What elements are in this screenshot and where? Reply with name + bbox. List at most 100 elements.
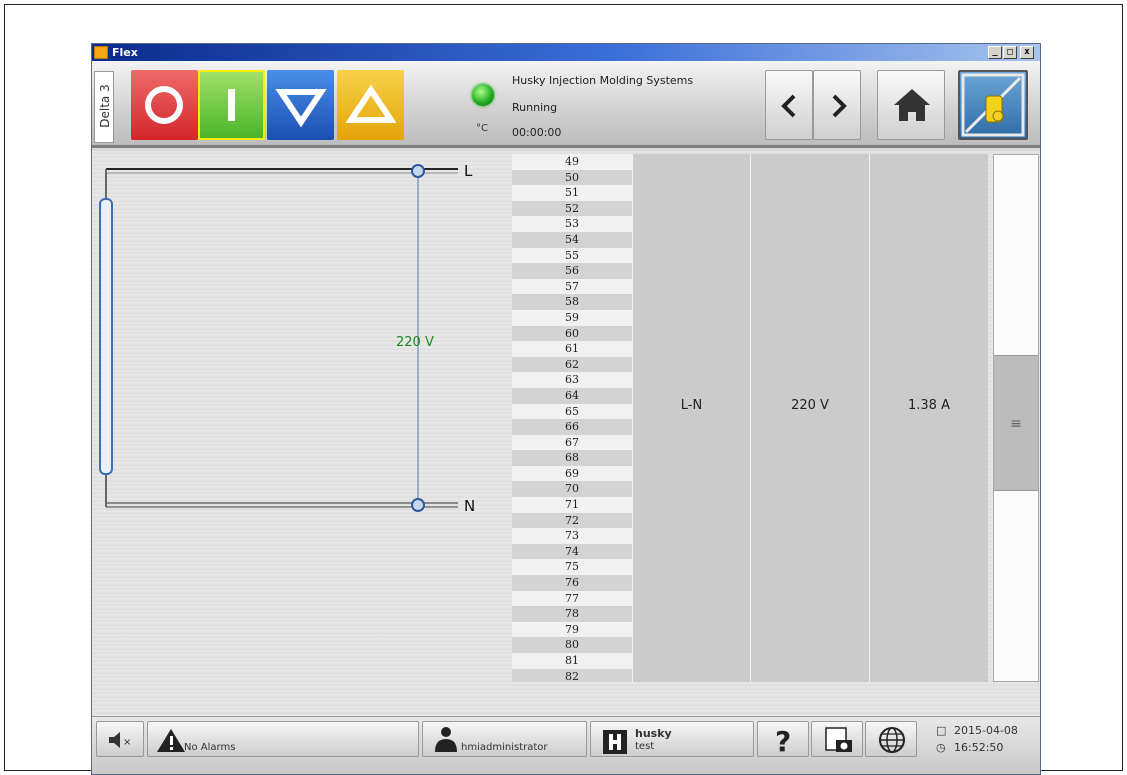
down-arrow-icon xyxy=(275,89,327,128)
zone-number[interactable]: 63 xyxy=(512,372,632,388)
speaker-mute-icon: × xyxy=(109,732,131,748)
start-button[interactable] xyxy=(198,70,265,140)
zone-number[interactable]: 62 xyxy=(512,356,632,373)
main-panel: L N 220 V 49 50 51 52 53 54 55 56 57 58 59 60 61 62 63… xyxy=(92,151,1040,721)
svg-text:?: ? xyxy=(775,725,791,758)
zone-number[interactable]: 77 xyxy=(512,590,632,607)
machine-tab[interactable]: Delta 3 xyxy=(94,71,114,143)
user-icon xyxy=(435,727,457,752)
home-icon xyxy=(894,89,930,121)
lock-button[interactable] xyxy=(958,70,1028,140)
phase-column: L-N xyxy=(632,154,750,682)
title-bar[interactable]: Flex _ □ x xyxy=(92,44,1040,61)
zone-number[interactable]: 72 xyxy=(512,512,632,529)
scroll-thumb[interactable]: ≡ xyxy=(994,355,1038,491)
zone-number[interactable]: 81 xyxy=(512,653,632,669)
down-button[interactable] xyxy=(267,70,334,140)
heater-element xyxy=(99,198,113,475)
machine-state: Running xyxy=(512,101,558,114)
date-time: □ 2015-04-08 ◷ 16:52:50 xyxy=(928,721,1036,757)
globe-icon xyxy=(879,727,905,753)
zone-number[interactable]: 65 xyxy=(512,403,632,420)
help-button[interactable]: ? xyxy=(757,721,809,758)
zone-number[interactable]: 79 xyxy=(512,621,632,638)
clock-icon: ◷ xyxy=(936,741,946,754)
screenshot-button[interactable] xyxy=(811,721,863,757)
footer-bar: × No Alarms hmiadministrator husky test … xyxy=(92,716,1040,774)
screenshot-icon xyxy=(825,727,852,752)
zone-table: 49 50 51 52 53 54 55 56 57 58 59 60 61 62 63 64 65 66 67 68… xyxy=(512,154,990,682)
zone-number[interactable]: 75 xyxy=(512,559,632,576)
language-button[interactable] xyxy=(865,721,917,757)
chevron-right-icon xyxy=(832,94,847,118)
voltage-column: 220 V xyxy=(750,154,869,682)
zone-number[interactable]: 55 xyxy=(512,247,632,264)
zone-number[interactable]: 73 xyxy=(512,528,632,544)
machine-button[interactable]: husky test xyxy=(590,721,754,757)
zone-number[interactable]: 56 xyxy=(512,263,632,279)
wiring-diagram: L N 220 V xyxy=(92,151,512,721)
terminal-l xyxy=(411,164,425,178)
zone-number[interactable]: 68 xyxy=(512,450,632,466)
zone-number[interactable]: 80 xyxy=(512,637,632,653)
mute-button[interactable]: × xyxy=(96,721,144,757)
terminal-n xyxy=(411,498,425,512)
stop-icon xyxy=(145,86,183,124)
vertical-scrollbar[interactable]: ≡ xyxy=(993,154,1039,682)
zone-number[interactable]: 61 xyxy=(512,341,632,357)
zone-number[interactable]: 76 xyxy=(512,575,632,591)
minimize-button[interactable]: _ xyxy=(988,46,1002,59)
machine-sub: test xyxy=(635,741,655,752)
toolbar: Delta 3 °C Husky Injection Molding Syste… xyxy=(92,61,1040,148)
close-button[interactable]: x xyxy=(1020,46,1034,59)
zone-number[interactable]: 58 xyxy=(512,294,632,310)
zone-number[interactable]: 60 xyxy=(512,325,632,342)
company-name: Husky Injection Molding Systems xyxy=(512,74,694,87)
status-led xyxy=(472,84,494,106)
zone-number[interactable]: 54 xyxy=(512,231,632,248)
alarms-button[interactable]: No Alarms xyxy=(147,721,419,757)
phase-value: L-N xyxy=(680,398,703,413)
zone-number[interactable]: 66 xyxy=(512,419,632,435)
home-button[interactable] xyxy=(877,70,945,140)
start-icon xyxy=(228,89,235,121)
zone-number[interactable]: 69 xyxy=(512,465,632,482)
zone-number[interactable]: 71 xyxy=(512,497,632,513)
app-icon xyxy=(94,46,108,59)
zone-number[interactable]: 49 xyxy=(512,154,632,170)
lock-icon xyxy=(961,73,1025,137)
back-button[interactable] xyxy=(765,70,813,140)
machine-name: husky xyxy=(635,727,672,740)
stop-button[interactable] xyxy=(131,70,198,140)
zone-number[interactable]: 82 xyxy=(512,668,632,682)
zone-number[interactable]: 78 xyxy=(512,606,632,622)
up-arrow-icon xyxy=(345,84,397,123)
maximize-button[interactable]: □ xyxy=(1003,46,1017,59)
zone-number[interactable]: 64 xyxy=(512,387,632,404)
zone-number[interactable]: 74 xyxy=(512,543,632,560)
help-icon: ? xyxy=(775,725,791,758)
temperature-unit[interactable]: °C xyxy=(476,123,488,134)
zone-number[interactable]: 70 xyxy=(512,481,632,498)
user-button[interactable]: hmiadministrator xyxy=(422,721,587,757)
neutral-label: N xyxy=(464,497,475,515)
zone-number-list[interactable]: 49 50 51 52 53 54 55 56 57 58 59 60 61 62 63 64 65 66 67 68… xyxy=(512,154,632,682)
zone-number[interactable]: 67 xyxy=(512,434,632,451)
zone-number[interactable]: 52 xyxy=(512,200,632,217)
zone-number[interactable]: 51 xyxy=(512,185,632,201)
warning-icon xyxy=(157,729,185,752)
zone-number[interactable]: 59 xyxy=(512,309,632,326)
voltage-value: 220 V xyxy=(791,398,829,413)
flex-window: Flex _ □ x Delta 3 °C Husky Injection Mo… xyxy=(91,43,1041,775)
user-name: hmiadministrator xyxy=(461,742,548,753)
forward-button[interactable] xyxy=(813,70,861,140)
zone-number[interactable]: 53 xyxy=(512,216,632,232)
calendar-icon: □ xyxy=(936,724,947,737)
up-button[interactable] xyxy=(337,70,404,140)
chevron-left-icon xyxy=(781,94,796,118)
zone-number[interactable]: 50 xyxy=(512,169,632,186)
zone-number[interactable]: 57 xyxy=(512,278,632,295)
window-title: Flex xyxy=(112,46,138,59)
current-date: 2015-04-08 xyxy=(954,724,1018,737)
svg-text:×: × xyxy=(123,737,131,748)
